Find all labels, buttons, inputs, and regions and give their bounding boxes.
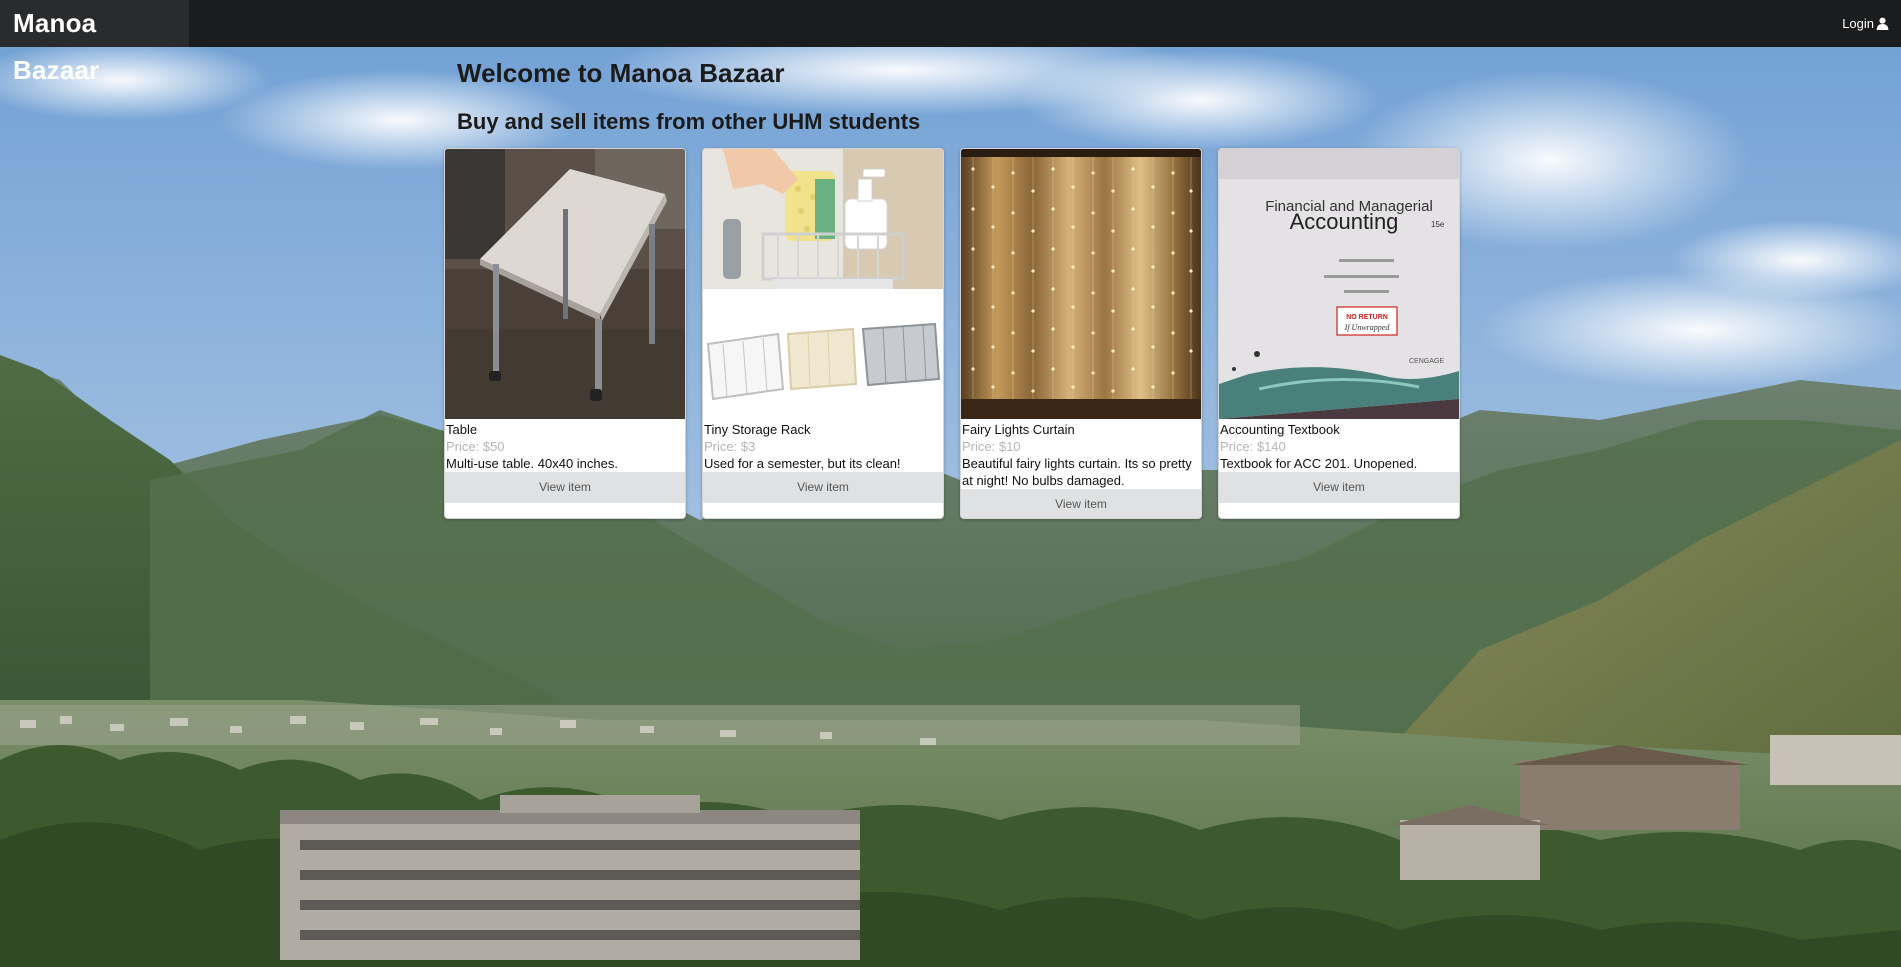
book-sticker-line1: NO RETURN: [1346, 314, 1388, 321]
fairy-lights-photo[interactable]: [961, 149, 1201, 419]
item-title: Table: [446, 422, 478, 437]
item-title: Fairy Lights Curtain: [962, 422, 1075, 437]
item-card: Table Price: $50 Multi-use table. 40x40 …: [444, 148, 686, 519]
item-description: Multi-use table. 40x40 inches.: [446, 456, 618, 471]
view-item-button[interactable]: View item: [1219, 472, 1459, 503]
item-price: Price: $50: [446, 439, 505, 454]
view-item-button[interactable]: View item: [961, 489, 1201, 518]
item-description: Textbook for ACC 201. Unopened.: [1220, 456, 1418, 471]
item-title: Accounting Textbook: [1220, 422, 1340, 437]
book-cover-line2: Accounting: [1290, 209, 1399, 234]
page-subtitle: Buy and sell items from other UHM studen…: [457, 109, 921, 134]
item-price: Price: $10: [962, 439, 1021, 454]
item-card: Fairy Lights Curtain Price: $10 Beautifu…: [960, 148, 1202, 519]
table-photo[interactable]: [445, 149, 685, 419]
view-item-button[interactable]: View item: [703, 472, 943, 503]
user-icon: [1876, 17, 1889, 30]
book-publisher: CENGAGE: [1409, 358, 1444, 365]
item-price: Price: $3: [704, 439, 756, 454]
item-description: Beautiful fairy lights curtain. Its so p…: [962, 456, 1192, 488]
item-card-grid: Table Price: $50 Multi-use table. 40x40 …: [444, 148, 1460, 520]
item-price: Price: $140: [1220, 439, 1286, 454]
brand-logo-link[interactable]: Manoa Bazaar: [0, 0, 189, 85]
login-dropdown[interactable]: Login: [1842, 0, 1889, 47]
book-sticker-line2: If Unwrapped: [1344, 323, 1391, 332]
item-description: Used for a semester, but its clean!: [704, 456, 901, 471]
view-item-button[interactable]: View item: [445, 472, 685, 503]
page-title: Welcome to Manoa Bazaar: [457, 58, 785, 88]
item-card: Tiny Storage Rack Price: $3 Used for a s…: [702, 148, 944, 519]
storage-rack-photo[interactable]: [703, 149, 943, 419]
item-title: Tiny Storage Rack: [704, 422, 811, 437]
top-navbar: Manoa Bazaar Login: [0, 0, 1901, 85]
textbook-photo[interactable]: Financial and Managerial Accounting 15e …: [1219, 149, 1459, 419]
login-label: Login: [1842, 16, 1874, 31]
book-cover-edition: 15e: [1431, 220, 1445, 229]
item-card: Financial and Managerial Accounting 15e …: [1218, 148, 1460, 519]
